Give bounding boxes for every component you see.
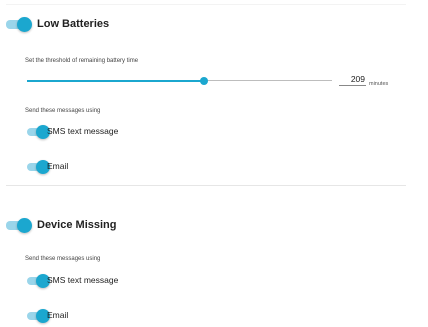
device-missing-toggle[interactable] [6,218,32,233]
email-option-label: Email [47,161,69,171]
notification-settings-page: Low Batteries Set the threshold of remai… [0,0,428,327]
threshold-slider[interactable] [27,76,332,85]
sms-toggle[interactable] [27,125,50,139]
low-batteries-title: Low Batteries [37,18,110,30]
toggle-knob [17,17,32,32]
device-missing-card: Device Missing Send these messages using… [6,206,406,327]
minutes-unit-label: minutes [369,81,389,87]
email-toggle[interactable] [27,309,50,323]
email-toggle[interactable] [27,160,50,174]
low-batteries-toggle[interactable] [6,17,32,32]
device-missing-title: Device Missing [37,219,117,231]
threshold-minutes-input[interactable] [339,73,366,86]
threshold-label: Set the threshold of remaining battery t… [25,58,139,64]
low-batteries-card: Low Batteries Set the threshold of remai… [6,4,406,186]
sms-option-label: SMS text message [47,275,119,285]
send-messages-label: Send these messages using [25,256,101,262]
sms-toggle[interactable] [27,274,50,288]
slider-thumb[interactable] [199,76,208,85]
sms-option-label: SMS text message [47,126,119,136]
slider-fill [27,79,204,82]
toggle-knob [17,218,32,233]
email-option-label: Email [47,310,69,320]
send-messages-label: Send these messages using [25,108,101,114]
